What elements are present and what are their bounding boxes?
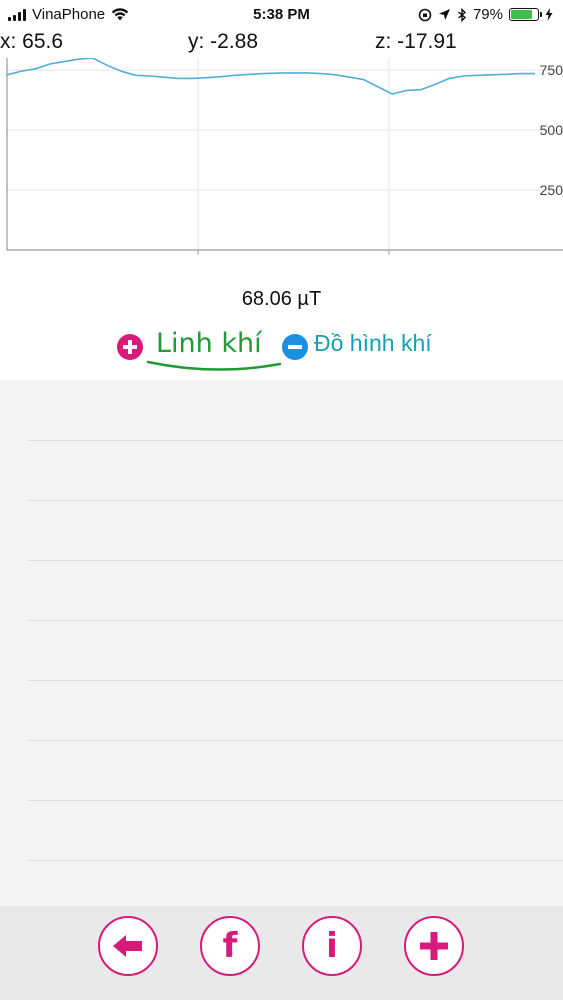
list-item-separator [28, 860, 563, 861]
battery-percent: 79% [472, 6, 503, 23]
list-item-separator [28, 620, 563, 621]
active-tab-underline [146, 360, 282, 371]
y-readout: y: -2.88 [188, 30, 259, 53]
status-bar: VinaPhone 5:38 PM 79% [0, 0, 563, 30]
status-bar-right: 79% [418, 6, 553, 23]
chart-y-tick-label: 750 [540, 62, 563, 78]
add-button[interactable] [404, 916, 464, 976]
rotation-lock-icon [418, 8, 432, 21]
charging-bolt-icon [545, 8, 553, 21]
tab-linh-khi[interactable]: Linh khí [156, 328, 262, 359]
arrow-left-icon [113, 935, 142, 957]
list-item-separator [28, 800, 563, 801]
facebook-icon: f [222, 926, 238, 966]
bluetooth-icon [458, 7, 467, 22]
chart-y-tick-label: 250 [540, 182, 563, 198]
location-arrow-icon [438, 9, 450, 20]
tab-do-hinh-khi[interactable]: Đồ hình khí [314, 330, 432, 357]
list-item-separator [28, 440, 563, 441]
chart-series-line [6, 58, 535, 95]
magnetic-field-chart: 750 500 250 [6, 58, 563, 255]
plus-icon[interactable] [117, 334, 143, 360]
battery-icon [509, 8, 542, 21]
minus-icon[interactable] [282, 334, 308, 360]
mode-tabs: Linh khí Đồ hình khí [0, 326, 563, 376]
x-readout: x: 65.6 [0, 30, 64, 53]
magnitude-value: 68.06 µT [241, 288, 322, 310]
back-button[interactable] [98, 916, 158, 976]
info-button[interactable]: i [302, 916, 362, 976]
z-readout: z: -17.91 [375, 30, 457, 53]
facebook-button[interactable]: f [200, 916, 260, 976]
axis-readouts: x: 65.6 y: -2.88 z: -17.91 [0, 30, 563, 58]
list-item-separator [28, 680, 563, 681]
list-item-separator [28, 500, 563, 501]
list-item-separator [28, 560, 563, 561]
chart-y-tick-label: 500 [540, 122, 563, 138]
history-list [0, 380, 563, 906]
plus-icon [420, 932, 448, 960]
info-icon: i [326, 926, 338, 966]
list-item-separator [28, 740, 563, 741]
bottom-toolbar: f i [0, 906, 563, 1000]
